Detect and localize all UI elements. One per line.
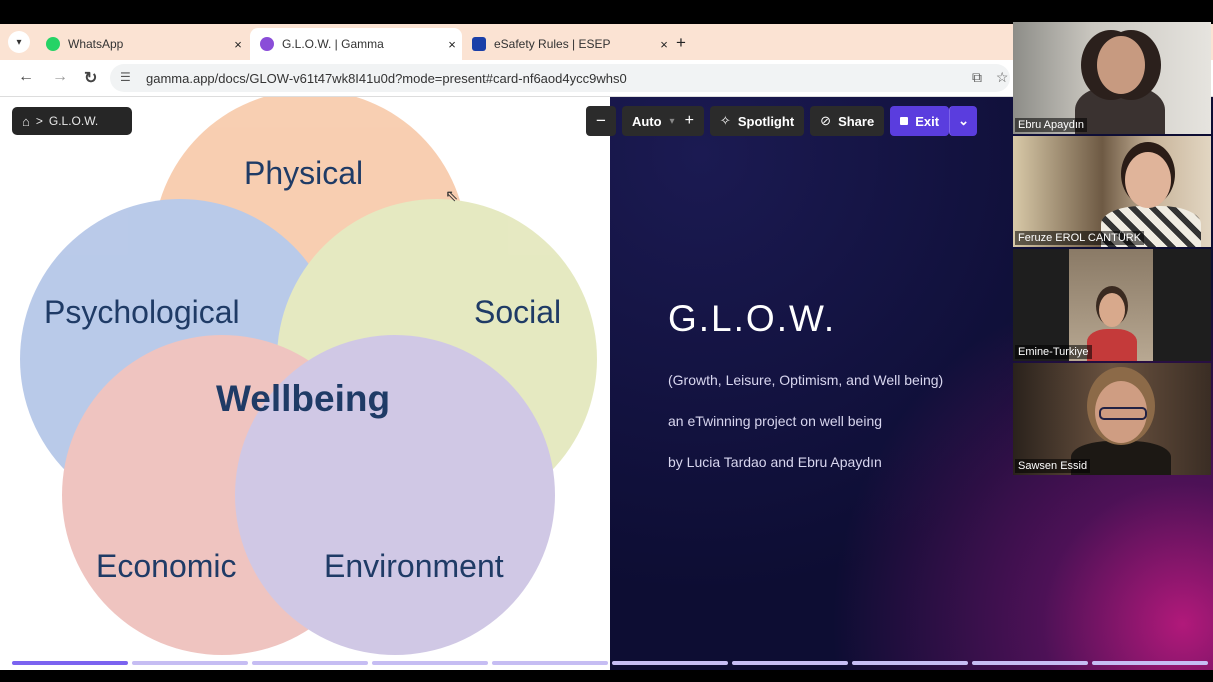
chevron-down-icon: ⌄ <box>958 113 969 128</box>
spotlight-label: Spotlight <box>737 113 795 129</box>
new-tab-button[interactable]: + <box>676 33 686 53</box>
slide-progress-segment[interactable] <box>732 661 848 665</box>
participant-name: Sawsen Essid <box>1015 459 1091 473</box>
venn-label-physical: Physical <box>244 155 364 191</box>
tab-whatsapp[interactable]: WhatsApp × <box>36 28 248 60</box>
back-arrow-icon[interactable]: ← <box>18 68 34 86</box>
participant-tile[interactable]: Sawsen Essid <box>1013 363 1211 475</box>
share-button[interactable]: ⊘ Share <box>810 106 885 136</box>
breadcrumb-separator: > <box>35 114 43 128</box>
slide-progress-segment[interactable] <box>132 661 248 665</box>
breadcrumb-label[interactable]: G.L.O.W. <box>49 114 98 128</box>
venn-label-wellbeing: Wellbeing <box>216 378 391 419</box>
slide-progress-segment[interactable] <box>852 661 968 665</box>
slide-progress-segment[interactable] <box>972 661 1088 665</box>
venn-label-environment: Environment <box>324 548 504 584</box>
tab-close-icon[interactable]: × <box>442 37 462 52</box>
whatsapp-icon <box>46 37 60 51</box>
participant-video <box>1087 329 1137 361</box>
stop-icon <box>900 117 909 125</box>
participant-name: Feruze EROL CANTÜRK <box>1015 231 1145 245</box>
slide-progress-segment[interactable] <box>1092 661 1208 665</box>
site-settings-icon[interactable]: ☰ <box>120 70 131 84</box>
spotlight-button[interactable]: ✧ Spotlight <box>709 106 805 136</box>
tab-search-chevron-icon[interactable]: ▾ <box>8 31 30 53</box>
forward-arrow-icon[interactable]: → <box>52 68 68 86</box>
participant-tile[interactable]: Emine-Turkiye <box>1013 249 1211 361</box>
breadcrumb[interactable]: ⌂ > G.L.O.W. <box>12 107 132 135</box>
participant-name: Emine-Turkiye <box>1015 345 1092 359</box>
venn-label-social: Social <box>474 294 562 330</box>
slide-progress-segment[interactable] <box>12 661 128 665</box>
slide-progress-segment[interactable] <box>492 661 608 665</box>
venn-label-economic: Economic <box>96 548 237 584</box>
participant-tile[interactable]: Ebru Apaydın <box>1013 22 1211 134</box>
gamma-icon <box>260 37 274 51</box>
home-icon[interactable]: ⌂ <box>22 114 30 129</box>
zoom-dropdown-icon: ▾ <box>669 115 675 127</box>
venn-label-psychological: Psychological <box>44 294 240 330</box>
participant-video <box>1097 36 1145 94</box>
zoom-select[interactable]: Auto ▾ + <box>621 106 704 136</box>
participant-video <box>1125 152 1171 208</box>
glasses-icon <box>1099 407 1147 420</box>
link-icon: ⊘ <box>820 113 832 128</box>
tab-title: eSafety Rules | ESEP <box>494 37 611 51</box>
url-text[interactable]: gamma.app/docs/GLOW-v61t47wk8I41u0d?mode… <box>146 71 627 86</box>
reload-icon[interactable]: ↻ <box>84 68 97 88</box>
presentation-toolbar: − Auto ▾ + ✧ Spotlight ⊘ Share Exit ⌄ <box>586 106 983 136</box>
eu-flag-icon <box>472 37 486 51</box>
slide-subtitle: (Growth, Leisure, Optimism, and Well bei… <box>668 372 944 388</box>
spotlight-icon: ✧ <box>719 113 731 128</box>
mouse-cursor-icon: ⇖ <box>445 188 459 205</box>
tab-close-icon[interactable]: × <box>654 37 674 52</box>
tab-gamma[interactable]: G.L.O.W. | Gamma × <box>250 28 462 60</box>
exit-label: Exit <box>915 113 940 129</box>
address-bar-actions: ⧉ ☆ <box>972 69 1008 86</box>
share-label: Share <box>838 113 875 129</box>
cast-icon[interactable]: ⧉ <box>972 69 982 85</box>
zoom-label: Auto <box>631 113 662 129</box>
exit-button[interactable]: Exit <box>890 106 950 136</box>
tab-esafety[interactable]: eSafety Rules | ESEP × <box>462 28 674 60</box>
exit-dropdown-button[interactable]: ⌄ <box>949 106 978 136</box>
tab-title: G.L.O.W. | Gamma <box>282 37 384 51</box>
participant-tile[interactable]: Feruze EROL CANTÜRK <box>1013 136 1211 247</box>
screen-frame: ▾ WhatsApp × G.L.O.W. | Gamma × eSafety … <box>0 0 1213 682</box>
slide-progress-segment[interactable] <box>252 661 368 665</box>
slide-progress-segment[interactable] <box>372 661 488 665</box>
tab-close-icon[interactable]: × <box>228 37 248 52</box>
participant-video <box>1099 293 1125 327</box>
slide-description: an eTwinning project on well being <box>668 413 883 429</box>
slide-progress-segment[interactable] <box>612 661 728 665</box>
tab-title: WhatsApp <box>68 37 124 51</box>
bookmark-star-icon[interactable]: ☆ <box>996 69 1009 85</box>
slide-authors: by Lucia Tardao and Ebru Apaydın <box>668 454 882 470</box>
zoom-in-button[interactable]: + <box>685 112 694 130</box>
zoom-out-button[interactable]: − <box>586 106 616 136</box>
participant-name: Ebru Apaydın <box>1015 118 1088 132</box>
slide-title: G.L.O.W. <box>668 298 837 339</box>
